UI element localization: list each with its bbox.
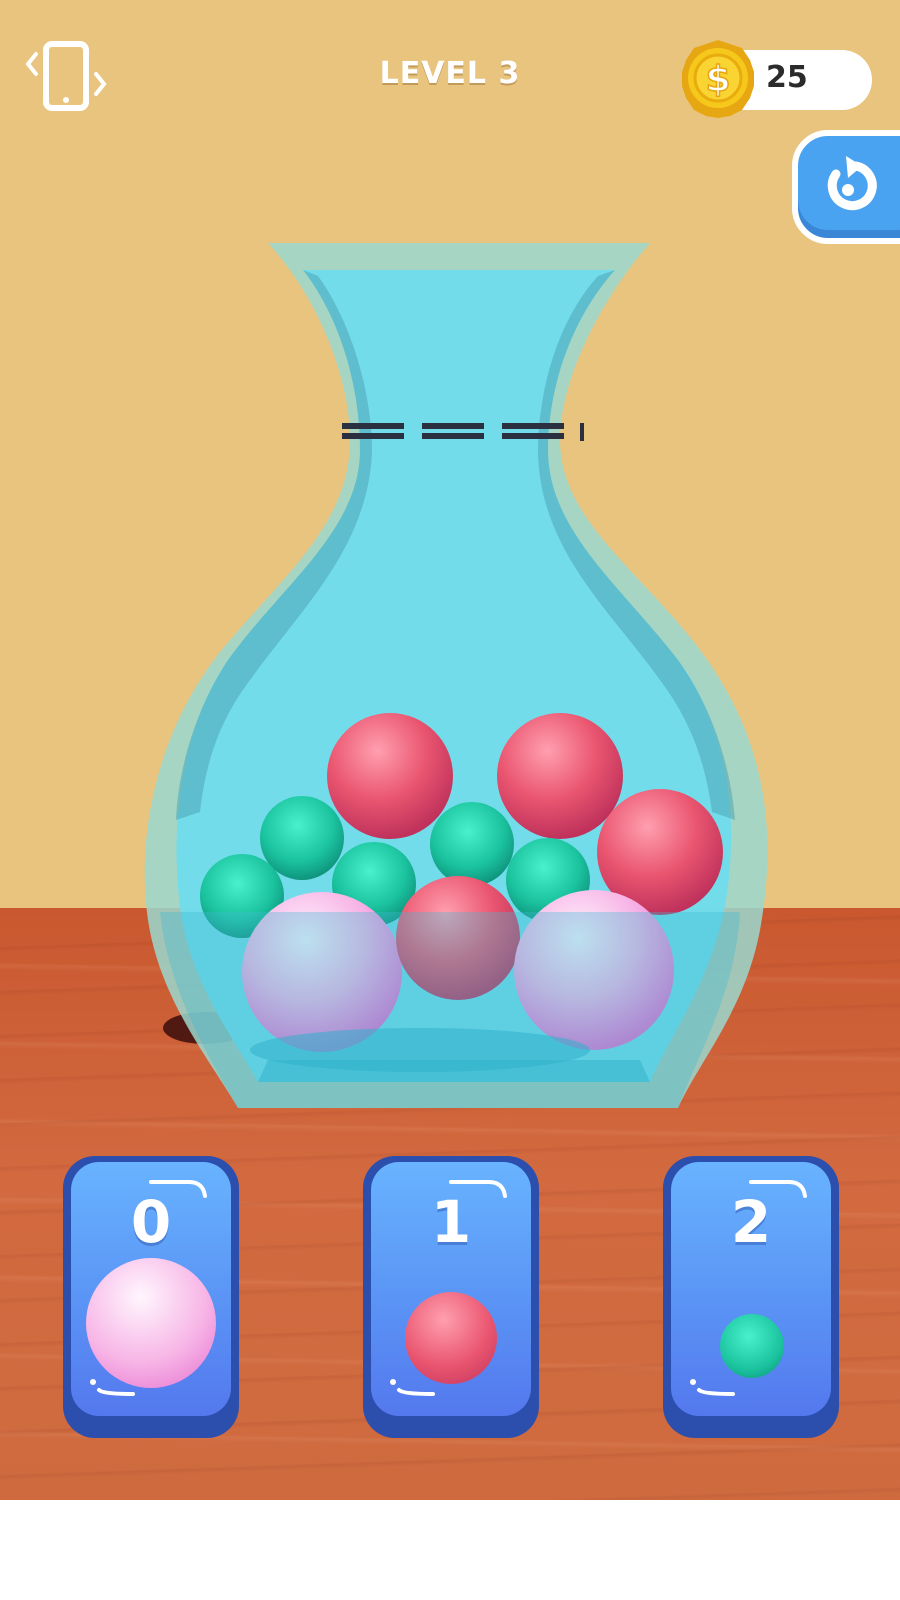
gloss-highlight [749, 1180, 807, 1198]
game-scene: LEVEL 3 25 $ 0 1 2 [0, 0, 900, 1500]
ball-green [430, 802, 514, 886]
red-ball-icon [405, 1292, 497, 1384]
coin-symbol: $ [705, 59, 730, 100]
card-face: 2 [671, 1162, 831, 1416]
green-ball-icon [720, 1314, 784, 1378]
ball-card-red[interactable]: 1 [363, 1156, 539, 1438]
bottom-blank-area [0, 1500, 900, 1600]
ball-card-green[interactable]: 2 [663, 1156, 839, 1438]
card-face: 0 [71, 1162, 231, 1416]
card-face: 1 [371, 1162, 531, 1416]
ball-red [497, 713, 623, 839]
coin-icon: $ [682, 40, 754, 118]
restart-icon [827, 156, 877, 211]
gloss-highlight [690, 1379, 735, 1396]
gloss-highlight [449, 1180, 507, 1198]
ball-card-pink[interactable]: 0 [63, 1156, 239, 1438]
ball-red [327, 713, 453, 839]
coin-count: 25 [766, 60, 808, 95]
gloss-highlight [149, 1180, 207, 1198]
restart-button[interactable] [792, 130, 900, 244]
pink-ball-icon [86, 1258, 216, 1388]
